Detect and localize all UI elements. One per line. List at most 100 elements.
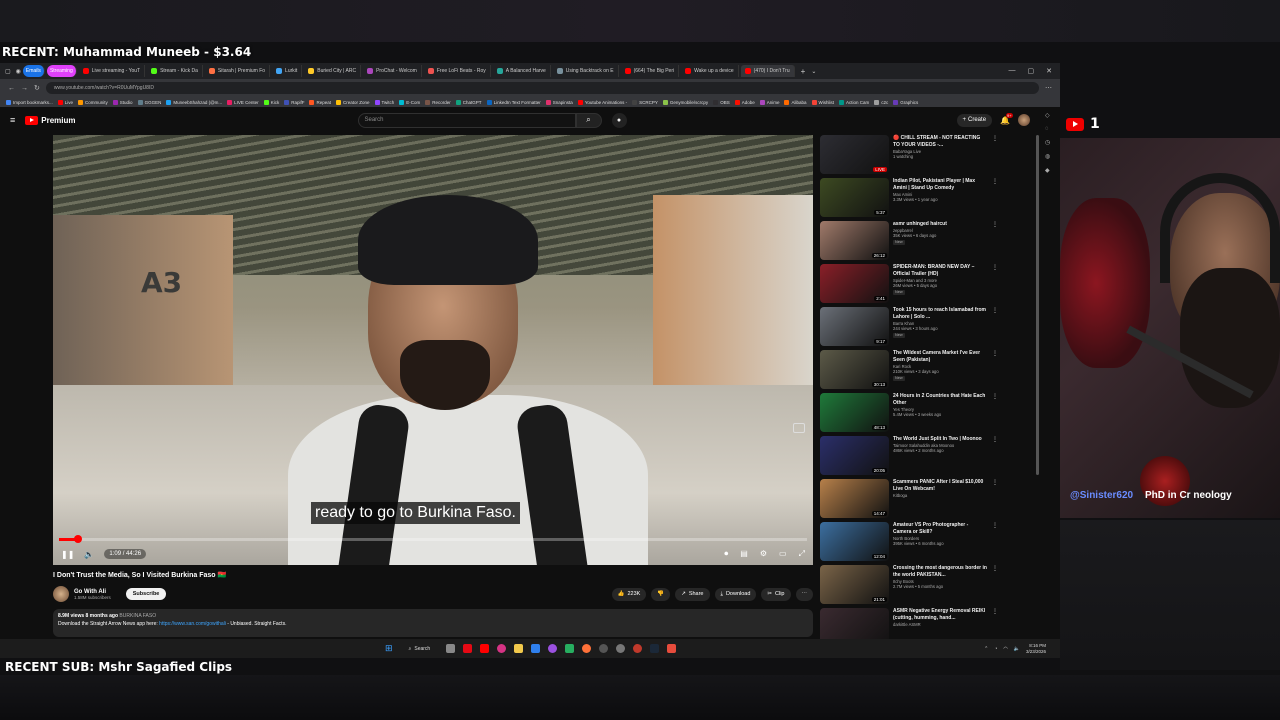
video-thumbnail[interactable]: 20:05	[820, 436, 889, 475]
browser-tab[interactable]: Sitarah | Premium Fo	[205, 65, 271, 77]
panel-icon[interactable]: ◍	[1045, 153, 1055, 160]
browser-tab[interactable]: Free LoFi Beats - Roy	[424, 65, 491, 77]
bookmark-item[interactable]: LIVE Center	[227, 99, 259, 105]
bookmark-item[interactable]: SCRCPY	[632, 99, 658, 105]
url-field[interactable]: www.youtube.com/watch?v=R0UuMYpgU8ID	[45, 82, 1039, 94]
browser-tab[interactable]: A Balanced Harve	[493, 65, 551, 77]
bookmark-item[interactable]: Import bookmarks...	[6, 99, 53, 105]
recommended-title[interactable]: ASMR Negative Energy Removal REIKI (cutt…	[893, 608, 988, 622]
reload-icon[interactable]: ↻	[34, 84, 40, 92]
video-thumbnail[interactable]: 26:12	[820, 221, 889, 260]
bookmark-item[interactable]: LinkedIn Text Formatter	[486, 99, 541, 105]
recommended-title[interactable]: 🔴 CHILL STREAM - NOT REACTING TO YOUR VI…	[893, 135, 988, 149]
video-progress-bar[interactable]	[59, 535, 807, 543]
tab-menu-icon[interactable]: ▢	[2, 68, 14, 75]
bookmark-item[interactable]: Kick	[263, 99, 279, 105]
extensions-icon[interactable]: ⋯	[1045, 84, 1052, 92]
miniplayer-icon[interactable]	[793, 423, 805, 433]
video-thumbnail[interactable]: 12:04	[820, 522, 889, 561]
recommended-title[interactable]: Crossing the most dangerous border in th…	[893, 565, 988, 579]
app-icon[interactable]	[667, 644, 677, 653]
channel-avatar[interactable]	[53, 586, 69, 602]
bookmark-item[interactable]: GGGEN	[137, 99, 161, 105]
recommended-channel[interactable]: Kitboga	[893, 493, 988, 499]
like-button[interactable]: 👍 223K	[611, 587, 647, 601]
browser-tab[interactable]: Stream - Kick Da	[147, 65, 203, 77]
recommended-title[interactable]: The World Just Split In Two | Moonoo	[893, 436, 988, 443]
browser-tab[interactable]: Lurkit	[272, 65, 303, 77]
search-button[interactable]: ⌕	[575, 112, 602, 128]
more-options-icon[interactable]: ⋮	[992, 350, 1000, 393]
browser-tab[interactable]: (664) The Big Peri	[621, 65, 680, 77]
maximize-button[interactable]: ▢	[1028, 67, 1035, 75]
bookmark-item[interactable]: Studio	[112, 99, 133, 105]
notifications-bell-icon[interactable]: 🔔 9+	[1000, 112, 1013, 125]
profile-icon[interactable]: ◉	[16, 68, 21, 75]
more-options-icon[interactable]: ⋮	[992, 178, 1000, 221]
clip-button[interactable]: ✂ Clip	[761, 587, 791, 601]
video-thumbnail[interactable]: 21:01	[820, 565, 889, 604]
wifi-icon[interactable]: ◠	[1003, 646, 1007, 652]
more-options-icon[interactable]: ⋮	[992, 565, 1000, 608]
bookmark-item[interactable]: Youtube Animations -	[577, 99, 627, 105]
dislike-button[interactable]: 👎	[651, 587, 671, 601]
more-options-icon[interactable]: ⋮	[992, 436, 1000, 479]
browser-tab[interactable]: Live streaming - YouT	[79, 65, 146, 77]
recommended-video[interactable]: 2:41 SPIDER-MAN: BRAND NEW DAY – Official…	[820, 264, 1000, 307]
recommended-title[interactable]: SPIDER-MAN: BRAND NEW DAY – Official Tra…	[893, 264, 988, 278]
create-button[interactable]: + Create	[956, 113, 993, 127]
tab-search-icon[interactable]: ⌄	[811, 68, 816, 75]
recommended-video[interactable]: 5:37 Indian Pilot, Pakistani Player | Max…	[820, 178, 1000, 221]
more-options-icon[interactable]: ⋮	[992, 135, 1000, 178]
back-icon[interactable]: ←	[8, 85, 15, 92]
bookmark-item[interactable]: Twitch	[374, 99, 394, 105]
fullscreen-icon[interactable]: ⤢	[799, 549, 805, 559]
more-options-icon[interactable]: ⋮	[992, 264, 1000, 307]
recommended-video[interactable]: 14:47 Scammers PANIC After I Steal $10,00…	[820, 479, 1000, 522]
description-tag[interactable]: BURKINA FASO	[119, 613, 156, 619]
bookmark-item[interactable]: RapifF	[284, 99, 304, 105]
share-button[interactable]: ↗ Share	[675, 587, 710, 601]
video-thumbnail[interactable]: LIVE	[820, 135, 889, 174]
tray-icon[interactable]: ◔	[994, 646, 997, 652]
app-icon[interactable]	[565, 644, 575, 653]
recommended-video[interactable]: 21:01 Crossing the most dangerous border …	[820, 565, 1000, 608]
obs-icon[interactable]	[599, 644, 609, 653]
autoplay-toggle-icon[interactable]: ⏺	[724, 549, 728, 559]
recommended-title[interactable]: 24 Hours in 2 Countries that Hate Each O…	[893, 393, 988, 407]
more-options-icon[interactable]: ⋮	[992, 393, 1000, 436]
taskview-icon[interactable]	[446, 644, 456, 653]
browser-tab[interactable]: (470) I Don't Tru	[740, 65, 795, 77]
browser-tab[interactable]: ProChat - Welcom	[363, 65, 422, 77]
browser-tab[interactable]: Wake up a device	[681, 65, 739, 77]
youtube-icon[interactable]	[480, 644, 490, 653]
bookmark-item[interactable]: Community	[78, 99, 108, 105]
bookmark-item[interactable]: Recorder	[425, 99, 451, 105]
bookmark-item[interactable]: Genymobile/scrcpy	[662, 99, 708, 105]
recommended-title[interactable]: Took 15 hours to reach Islamabad from La…	[893, 307, 988, 321]
bookmark-item[interactable]: Snapinsta	[545, 99, 573, 105]
bookmark-item[interactable]: Adobe	[734, 99, 755, 105]
settings-icon[interactable]	[616, 644, 626, 653]
browser-tab[interactable]: Emails	[22, 65, 45, 77]
panel-icon[interactable]: ◌	[1045, 126, 1055, 132]
panel-icon[interactable]: ◇	[1045, 112, 1055, 119]
minimize-button[interactable]: —	[1009, 67, 1016, 75]
hamburger-menu-icon[interactable]: ≡	[10, 115, 15, 125]
video-thumbnail[interactable]: 14:47	[820, 479, 889, 518]
browser-tab[interactable]: Streaming	[46, 65, 77, 77]
panel-icon[interactable]: ◆	[1045, 167, 1055, 174]
video-thumbnail[interactable]: 48:13	[820, 393, 889, 432]
bookmark-item[interactable]: OBS	[713, 99, 730, 105]
description-link[interactable]: https://www.san.com/gowithali	[159, 621, 226, 627]
new-tab-button[interactable]: +	[797, 67, 810, 76]
bookmark-item[interactable]: Repeat	[309, 99, 331, 105]
settings-gear-icon[interactable]: ⚙	[760, 549, 767, 559]
bookmark-item[interactable]: MuneebShahzad (@m...	[166, 99, 222, 105]
bookmark-item[interactable]: Wishlist	[811, 99, 834, 105]
browser-tab[interactable]: Buried City | ARC	[304, 65, 362, 77]
recommended-channel[interactable]: darkittle ASMR	[893, 622, 988, 628]
more-options-icon[interactable]: ⋮	[992, 307, 1000, 350]
captions-icon[interactable]: ▤	[740, 549, 748, 559]
video-thumbnail[interactable]: 9:17	[820, 307, 889, 346]
